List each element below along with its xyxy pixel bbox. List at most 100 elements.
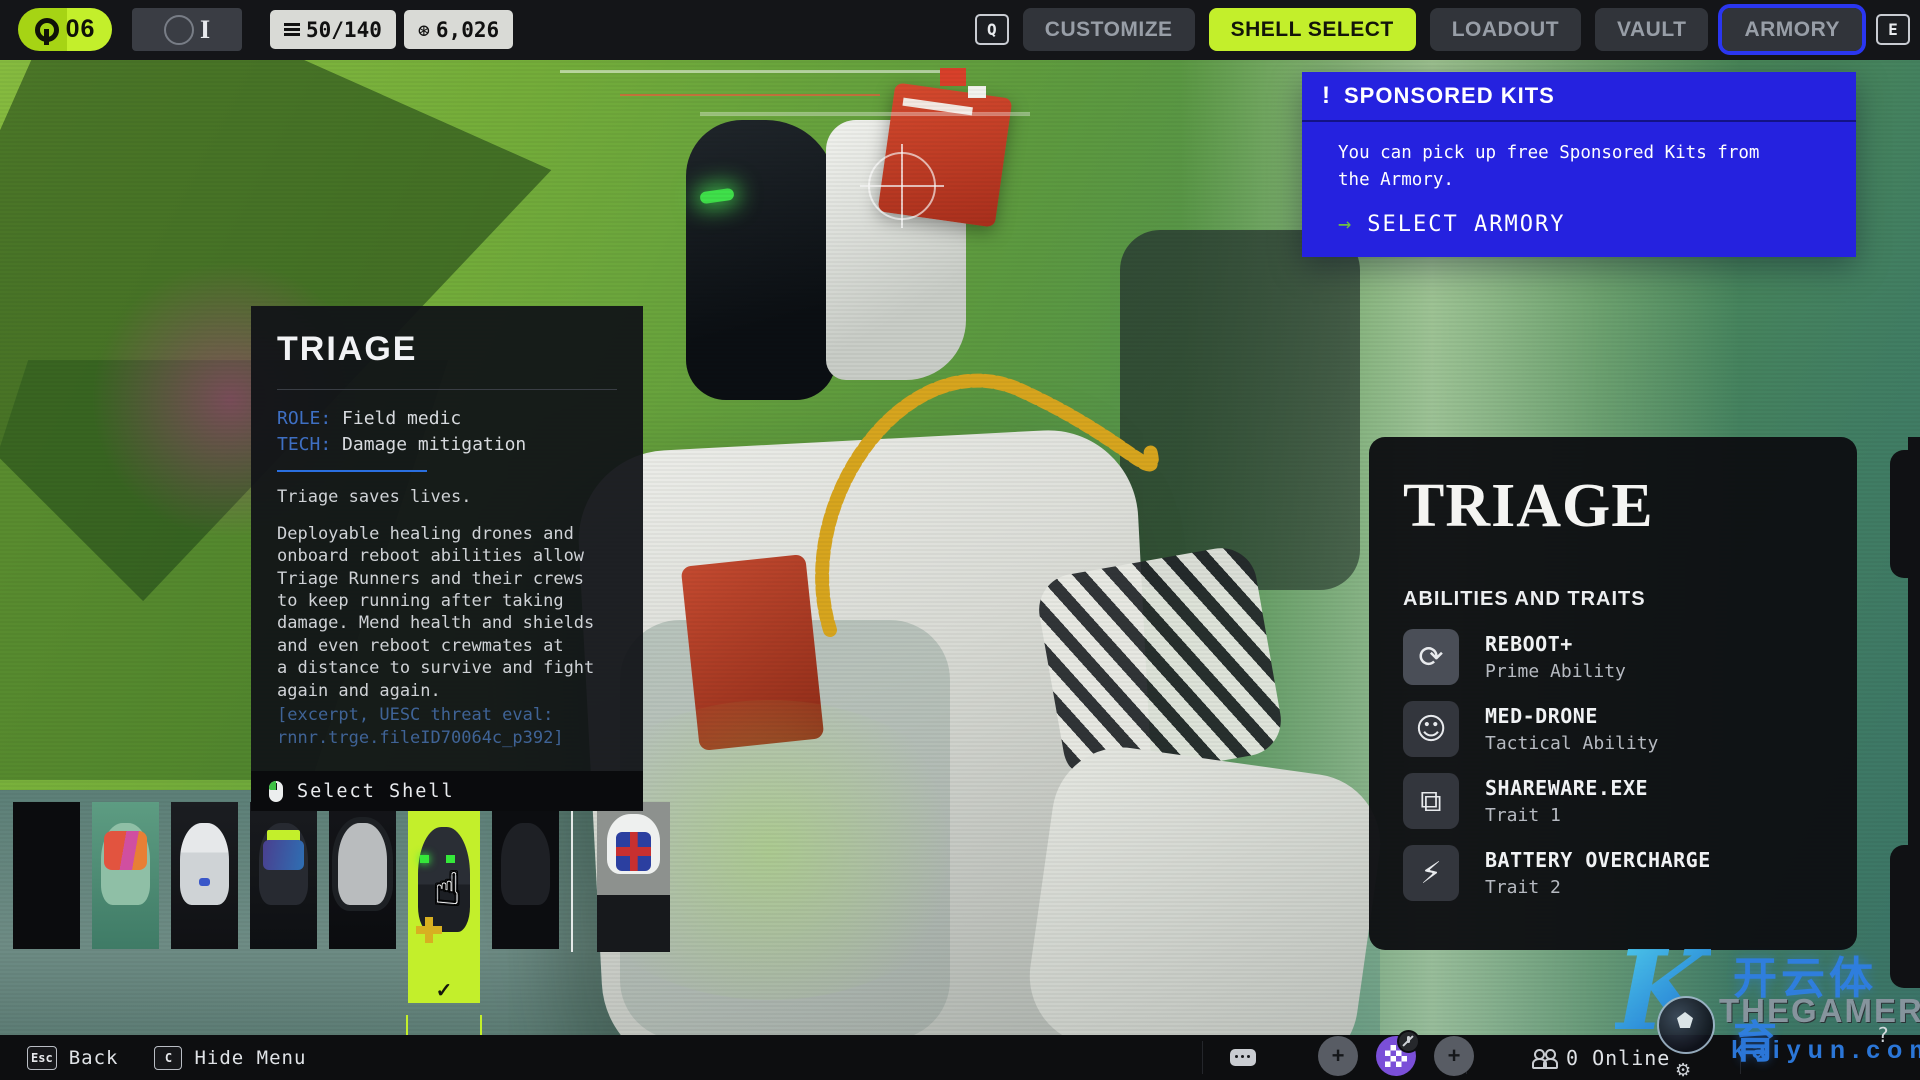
nav-tab[interactable]: SHELL SELECT — [1209, 8, 1416, 51]
shell-description: Deployable healing drones and onboard re… — [277, 523, 617, 703]
add-party-slot-button[interactable]: + — [1318, 1036, 1358, 1076]
ability-name: MED-DRONE — [1485, 704, 1658, 728]
ability-name: BATTERY OVERCHARGE — [1485, 848, 1711, 872]
next-tab-keycap: E — [1876, 14, 1910, 45]
shell-portrait — [92, 802, 159, 949]
abilities-panel: TRIAGE ABILITIES AND TRAITS ⟳ REBOOT+ Pr… — [1369, 437, 1857, 950]
player-level: 06 — [66, 15, 96, 44]
ability-name: SHAREWARE.EXE — [1485, 776, 1648, 800]
mic-muted-icon — [1397, 1030, 1420, 1053]
hide-menu-button[interactable]: C Hide Menu — [154, 1046, 306, 1070]
ability-icon: ⚡ — [1403, 845, 1459, 901]
shell-info-panel: TRIAGE ROLE: Field medic TECH: Damage mi… — [251, 306, 643, 811]
shell-tile[interactable] — [329, 802, 396, 949]
online-status: 0 Online — [1532, 1046, 1670, 1070]
ability-icon: ⟳ — [1403, 629, 1459, 685]
chat-icon[interactable] — [1230, 1049, 1256, 1066]
player-avatar[interactable] — [1376, 1036, 1416, 1076]
shell-info-main: TRIAGE ROLE: Field medic TECH: Damage mi… — [251, 306, 643, 771]
right-rail-tab — [1890, 450, 1920, 578]
add-party-slot-button[interactable]: + — [1434, 1036, 1474, 1076]
shell-tile[interactable] — [171, 802, 238, 949]
bottom-bar-separator — [1740, 1041, 1741, 1074]
select-armory-link[interactable]: → SELECT ARMORY — [1338, 212, 1836, 237]
shell-tile[interactable] — [597, 802, 670, 952]
nav-tab[interactable]: CUSTOMIZE — [1023, 8, 1195, 51]
shell-tagline: Triage saves lives. — [277, 486, 617, 508]
hand-cursor-icon: ☝ — [434, 864, 461, 915]
sponsored-kits-panel: ! SPONSORED KITS You can pick up free Sp… — [1302, 72, 1856, 257]
accent-underline — [277, 470, 427, 472]
nav-tab-label: LOADOUT — [1452, 18, 1559, 42]
player-hud: 06 I 50/140 ⊛ 6,026 — [18, 8, 513, 51]
rank-ring-icon — [164, 15, 194, 45]
shell-roster: ☝ ✓ — [13, 802, 682, 977]
tech-label: TECH: — [277, 434, 331, 455]
bottom-bar: Esc Back C Hide Menu + + 0 Online — [0, 1035, 1920, 1080]
shell-role-row: ROLE: Field medic — [277, 406, 617, 432]
top-bar: 06 I 50/140 ⊛ 6,026 — [0, 0, 1920, 60]
online-count: 0 Online — [1566, 1046, 1670, 1070]
bottom-bar-social: + + 0 Online — [1230, 1035, 1670, 1080]
divider — [277, 389, 617, 390]
selected-check-bar: ✓ — [408, 977, 480, 1003]
main-nav: Q CUSTOMIZE SHELL SELECT LOADOUT — [975, 8, 1910, 51]
sponsored-kits-title: SPONSORED KITS — [1344, 83, 1555, 109]
medic-cross-icon — [416, 917, 442, 943]
ability-type: Prime Ability — [1485, 661, 1626, 682]
shell-portrait — [492, 802, 559, 949]
back-button[interactable]: Esc Back — [27, 1046, 118, 1070]
nav-tab[interactable]: LOADOUT — [1430, 8, 1581, 51]
abilities-section-heading: ABILITIES AND TRAITS — [1403, 588, 1823, 611]
nav-tab[interactable]: ARMORY — [1722, 8, 1862, 51]
ability-row[interactable]: ☺ MED-DRONE Tactical Ability — [1403, 701, 1823, 757]
nav-tabs: CUSTOMIZE SHELL SELECT LOADOUT VAULT — [1023, 8, 1862, 51]
shell-portrait — [597, 802, 670, 952]
tech-value: Damage mitigation — [342, 434, 526, 455]
stat-value: 50/140 — [306, 18, 382, 42]
ability-row[interactable]: ⟳ REBOOT+ Prime Ability — [1403, 629, 1823, 685]
right-rail-tab — [1890, 845, 1920, 988]
ability-type: Trait 2 — [1485, 877, 1711, 898]
back-label: Back — [69, 1047, 119, 1069]
shell-portrait — [171, 802, 238, 949]
shell-tile[interactable] — [13, 802, 80, 949]
lines-icon — [284, 21, 300, 38]
arrow-icon: → — [1338, 212, 1353, 237]
sponsored-kits-header: ! SPONSORED KITS — [1302, 72, 1856, 122]
shell-lore-excerpt: [excerpt, UESC threat eval: rnnr.trge.fi… — [277, 704, 617, 749]
players-icon — [1532, 1049, 1556, 1067]
shell-name-title: TRIAGE — [277, 330, 617, 369]
bottom-bar-left: Esc Back C Hide Menu — [27, 1035, 306, 1080]
ability-name: REBOOT+ — [1485, 632, 1626, 656]
coin-icon: ⊛ — [418, 18, 430, 42]
ability-row[interactable]: ⚡ BATTERY OVERCHARGE Trait 2 — [1403, 845, 1823, 901]
nav-tab-label: CUSTOMIZE — [1045, 18, 1173, 42]
shell-tech-row: TECH: Damage mitigation — [277, 432, 617, 458]
alert-icon: ! — [1322, 82, 1330, 110]
ability-type: Trait 1 — [1485, 805, 1648, 826]
sponsored-kits-body: You can pick up free Sponsored Kits from… — [1302, 122, 1856, 257]
ability-icon: ☺ — [1403, 701, 1459, 757]
nav-tab[interactable]: VAULT — [1595, 8, 1708, 51]
abilities-list: ⟳ REBOOT+ Prime Ability ☺ MED-DRONE Tact… — [1403, 629, 1823, 901]
hide-menu-label: Hide Menu — [194, 1047, 306, 1069]
shell-portrait — [329, 802, 396, 949]
ability-row[interactable]: ⧉ SHAREWARE.EXE Trait 1 — [1403, 773, 1823, 829]
abilities-shell-title: TRIAGE — [1403, 471, 1823, 542]
stat-box: ⊛ 6,026 — [404, 10, 513, 49]
role-label: ROLE: — [277, 408, 331, 429]
shell-portrait — [250, 802, 317, 949]
nav-tab-label: SHELL SELECT — [1231, 18, 1394, 42]
c-keycap: C — [154, 1046, 182, 1070]
select-shell-action[interactable]: Select Shell — [251, 771, 643, 811]
shell-tile[interactable] — [250, 802, 317, 949]
shell-tile[interactable]: ☝ ✓ — [408, 802, 480, 977]
stat-value: 6,026 — [436, 18, 499, 42]
shell-tile[interactable] — [492, 802, 559, 949]
shell-tile[interactable] — [92, 802, 159, 949]
prev-tab-keycap: Q — [975, 14, 1009, 45]
currency-stats: 50/140 ⊛ 6,026 — [270, 10, 513, 49]
stat-box: 50/140 — [270, 10, 396, 49]
select-shell-label: Select Shell — [297, 781, 455, 802]
